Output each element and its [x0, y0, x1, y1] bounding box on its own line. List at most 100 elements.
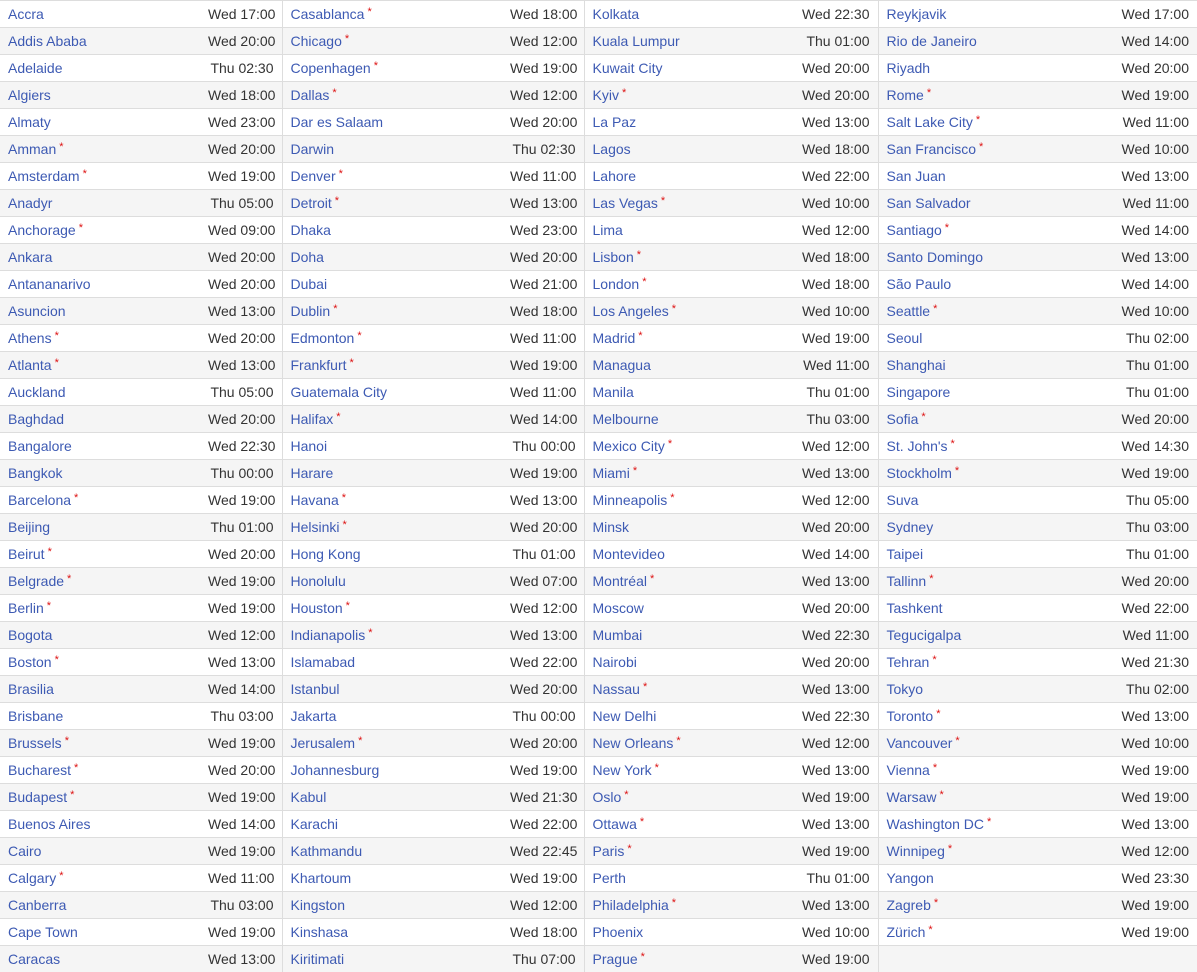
city-link[interactable]: Miami [593, 465, 630, 481]
city-link[interactable]: Bangkok [8, 465, 62, 481]
city-link[interactable]: Frankfurt [291, 357, 347, 373]
city-link[interactable]: Dar es Salaam [291, 114, 384, 130]
city-link[interactable]: Bucharest [8, 762, 71, 778]
city-link[interactable]: Istanbul [291, 681, 340, 697]
city-link[interactable]: Tallinn [887, 573, 927, 589]
city-link[interactable]: Jakarta [291, 708, 337, 724]
city-link[interactable]: Madrid [593, 330, 636, 346]
city-link[interactable]: San Salvador [887, 195, 971, 211]
city-link[interactable]: Warsaw [887, 789, 937, 805]
city-link[interactable]: Mumbai [593, 627, 643, 643]
city-link[interactable]: Nairobi [593, 654, 637, 670]
city-link[interactable]: Tokyo [887, 681, 924, 697]
city-link[interactable]: Las Vegas [593, 195, 658, 211]
city-link[interactable]: Minneapolis [593, 492, 668, 508]
city-link[interactable]: New Orleans [593, 735, 674, 751]
city-link[interactable]: Ankara [8, 249, 52, 265]
city-link[interactable]: Riyadh [887, 60, 931, 76]
city-link[interactable]: Suva [887, 492, 919, 508]
city-link[interactable]: Managua [593, 357, 651, 373]
city-link[interactable]: London [593, 276, 640, 292]
city-link[interactable]: Dhaka [291, 222, 331, 238]
city-link[interactable]: Atlanta [8, 357, 52, 373]
city-link[interactable]: New York [593, 762, 652, 778]
city-link[interactable]: Auckland [8, 384, 66, 400]
city-link[interactable]: Oslo [593, 789, 622, 805]
city-link[interactable]: Dallas [291, 87, 330, 103]
city-link[interactable]: Lahore [593, 168, 637, 184]
city-link[interactable]: Kiritimati [291, 951, 345, 967]
city-link[interactable]: Washington DC [887, 816, 985, 832]
city-link[interactable]: Caracas [8, 951, 60, 967]
city-link[interactable]: Salt Lake City [887, 114, 973, 130]
city-link[interactable]: Khartoum [291, 870, 352, 886]
city-link[interactable]: Algiers [8, 87, 51, 103]
city-link[interactable]: Hong Kong [291, 546, 361, 562]
city-link[interactable]: Adelaide [8, 60, 63, 76]
city-link[interactable]: Belgrade [8, 573, 64, 589]
city-link[interactable]: Asuncion [8, 303, 66, 319]
city-link[interactable]: Sofia [887, 411, 919, 427]
city-link[interactable]: Buenos Aires [8, 816, 91, 832]
city-link[interactable]: Honolulu [291, 573, 346, 589]
city-link[interactable]: Phoenix [593, 924, 644, 940]
city-link[interactable]: Chicago [291, 33, 342, 49]
city-link[interactable]: Santiago [887, 222, 942, 238]
city-link[interactable]: Indianapolis [291, 627, 366, 643]
city-link[interactable]: Philadelphia [593, 897, 669, 913]
city-link[interactable]: Lagos [593, 141, 631, 157]
city-link[interactable]: Boston [8, 654, 52, 670]
city-link[interactable]: Copenhagen [291, 60, 371, 76]
city-link[interactable]: Rio de Janeiro [887, 33, 977, 49]
city-link[interactable]: Stockholm [887, 465, 952, 481]
city-link[interactable]: Kuwait City [593, 60, 663, 76]
city-link[interactable]: Kingston [291, 897, 345, 913]
city-link[interactable]: Brisbane [8, 708, 63, 724]
city-link[interactable]: Anchorage [8, 222, 76, 238]
city-link[interactable]: Santo Domingo [887, 249, 984, 265]
city-link[interactable]: Tehran [887, 654, 930, 670]
city-link[interactable]: Bangalore [8, 438, 72, 454]
city-link[interactable]: Hanoi [291, 438, 328, 454]
city-link[interactable]: Vienna [887, 762, 930, 778]
city-link[interactable]: Havana [291, 492, 339, 508]
city-link[interactable]: Manila [593, 384, 634, 400]
city-link[interactable]: Minsk [593, 519, 630, 535]
city-link[interactable]: Cairo [8, 843, 41, 859]
city-link[interactable]: Taipei [887, 546, 924, 562]
city-link[interactable]: Moscow [593, 600, 644, 616]
city-link[interactable]: Athens [8, 330, 52, 346]
city-link[interactable]: Helsinki [291, 519, 340, 535]
city-link[interactable]: Lisbon [593, 249, 634, 265]
city-link[interactable]: Halifax [291, 411, 334, 427]
city-link[interactable]: Rome [887, 87, 924, 103]
city-link[interactable]: Detroit [291, 195, 332, 211]
city-link[interactable]: Perth [593, 870, 626, 886]
city-link[interactable]: Harare [291, 465, 334, 481]
city-link[interactable]: Seattle [887, 303, 931, 319]
city-link[interactable]: Beijing [8, 519, 50, 535]
city-link[interactable]: Vancouver [887, 735, 953, 751]
city-link[interactable]: New Delhi [593, 708, 657, 724]
city-link[interactable]: Montevideo [593, 546, 665, 562]
city-link[interactable]: Accra [8, 6, 44, 22]
city-link[interactable]: Houston [291, 600, 343, 616]
city-link[interactable]: Kuala Lumpur [593, 33, 680, 49]
city-link[interactable]: Islamabad [291, 654, 356, 670]
city-link[interactable]: La Paz [593, 114, 637, 130]
city-link[interactable]: Sydney [887, 519, 934, 535]
city-link[interactable]: Calgary [8, 870, 56, 886]
city-link[interactable]: Beirut [8, 546, 45, 562]
city-link[interactable]: Amman [8, 141, 56, 157]
city-link[interactable]: Darwin [291, 141, 335, 157]
city-link[interactable]: Dublin [291, 303, 331, 319]
city-link[interactable]: Anadyr [8, 195, 52, 211]
city-link[interactable]: San Juan [887, 168, 946, 184]
city-link[interactable]: Yangon [887, 870, 934, 886]
city-link[interactable]: Melbourne [593, 411, 659, 427]
city-link[interactable]: Kinshasa [291, 924, 349, 940]
city-link[interactable]: Brasilia [8, 681, 54, 697]
city-link[interactable]: Jerusalem [291, 735, 356, 751]
city-link[interactable]: Mexico City [593, 438, 665, 454]
city-link[interactable]: Budapest [8, 789, 67, 805]
